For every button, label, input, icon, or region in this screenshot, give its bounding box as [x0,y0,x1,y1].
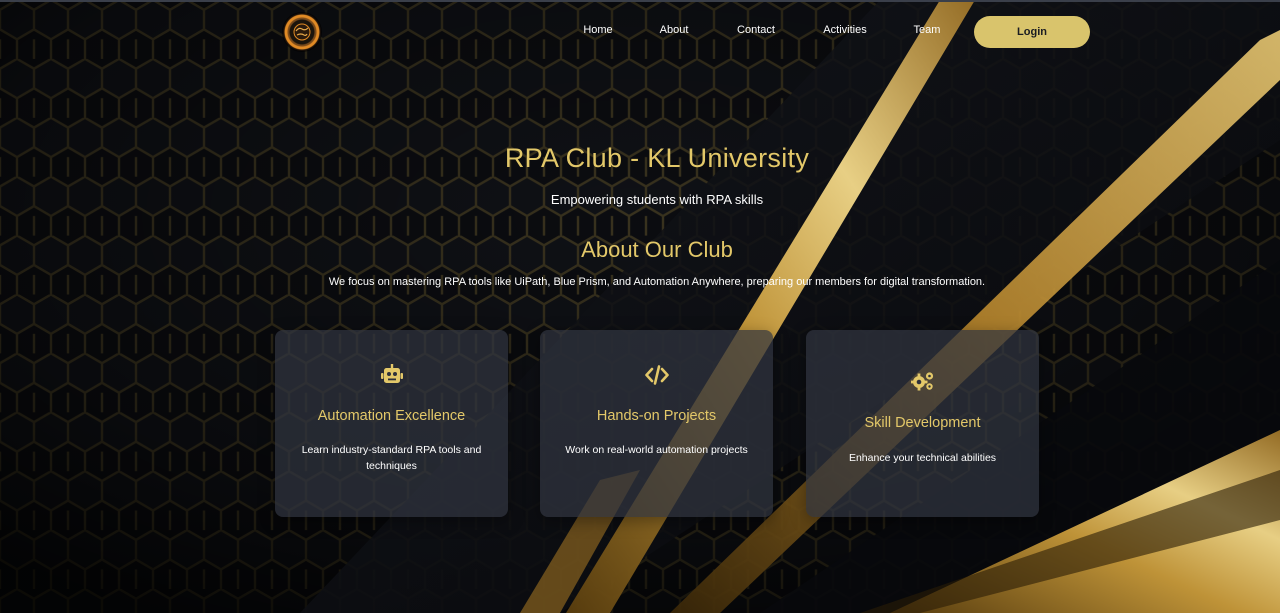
nav-link-team[interactable]: Team [914,24,941,36]
card-title: Automation Excellence [317,408,466,424]
about-heading: About Our Club [581,237,733,262]
login-button[interactable]: Login [974,16,1090,48]
hero-subtitle: Empowering students with RPA skills [550,192,764,207]
background-graphic [0,0,1280,613]
feature-card-projects[interactable]: Hands-on Projects Work on real-world aut… [540,330,773,517]
nav-link-about[interactable]: About [660,24,689,36]
top-border [0,0,1280,2]
card-text: Work on real-world automation projects [565,444,748,456]
feature-card-automation[interactable]: Automation Excellence Learn industry-sta… [275,330,508,517]
nav-link-home[interactable]: Home [583,24,612,36]
code-icon [540,364,773,391]
main-navbar: Home About Contact Activities Team Login [0,16,1280,48]
robot-icon [275,364,508,391]
page-title: RPA Club - KL University [504,143,810,173]
card-text: Enhance your technical abilities [848,452,997,464]
feature-card-skills[interactable]: Skill Development Enhance your technical… [806,330,1039,517]
card-text: Learn industry-standard RPA tools and te… [301,444,482,472]
nav-link-contact[interactable]: Contact [737,24,775,36]
card-title: Hands-on Projects [596,408,717,424]
gears-icon [806,370,1039,397]
card-title: Skill Development [864,415,981,431]
nav-link-activities[interactable]: Activities [823,24,866,36]
about-description: We focus on mastering RPA tools like UiP… [328,276,986,288]
